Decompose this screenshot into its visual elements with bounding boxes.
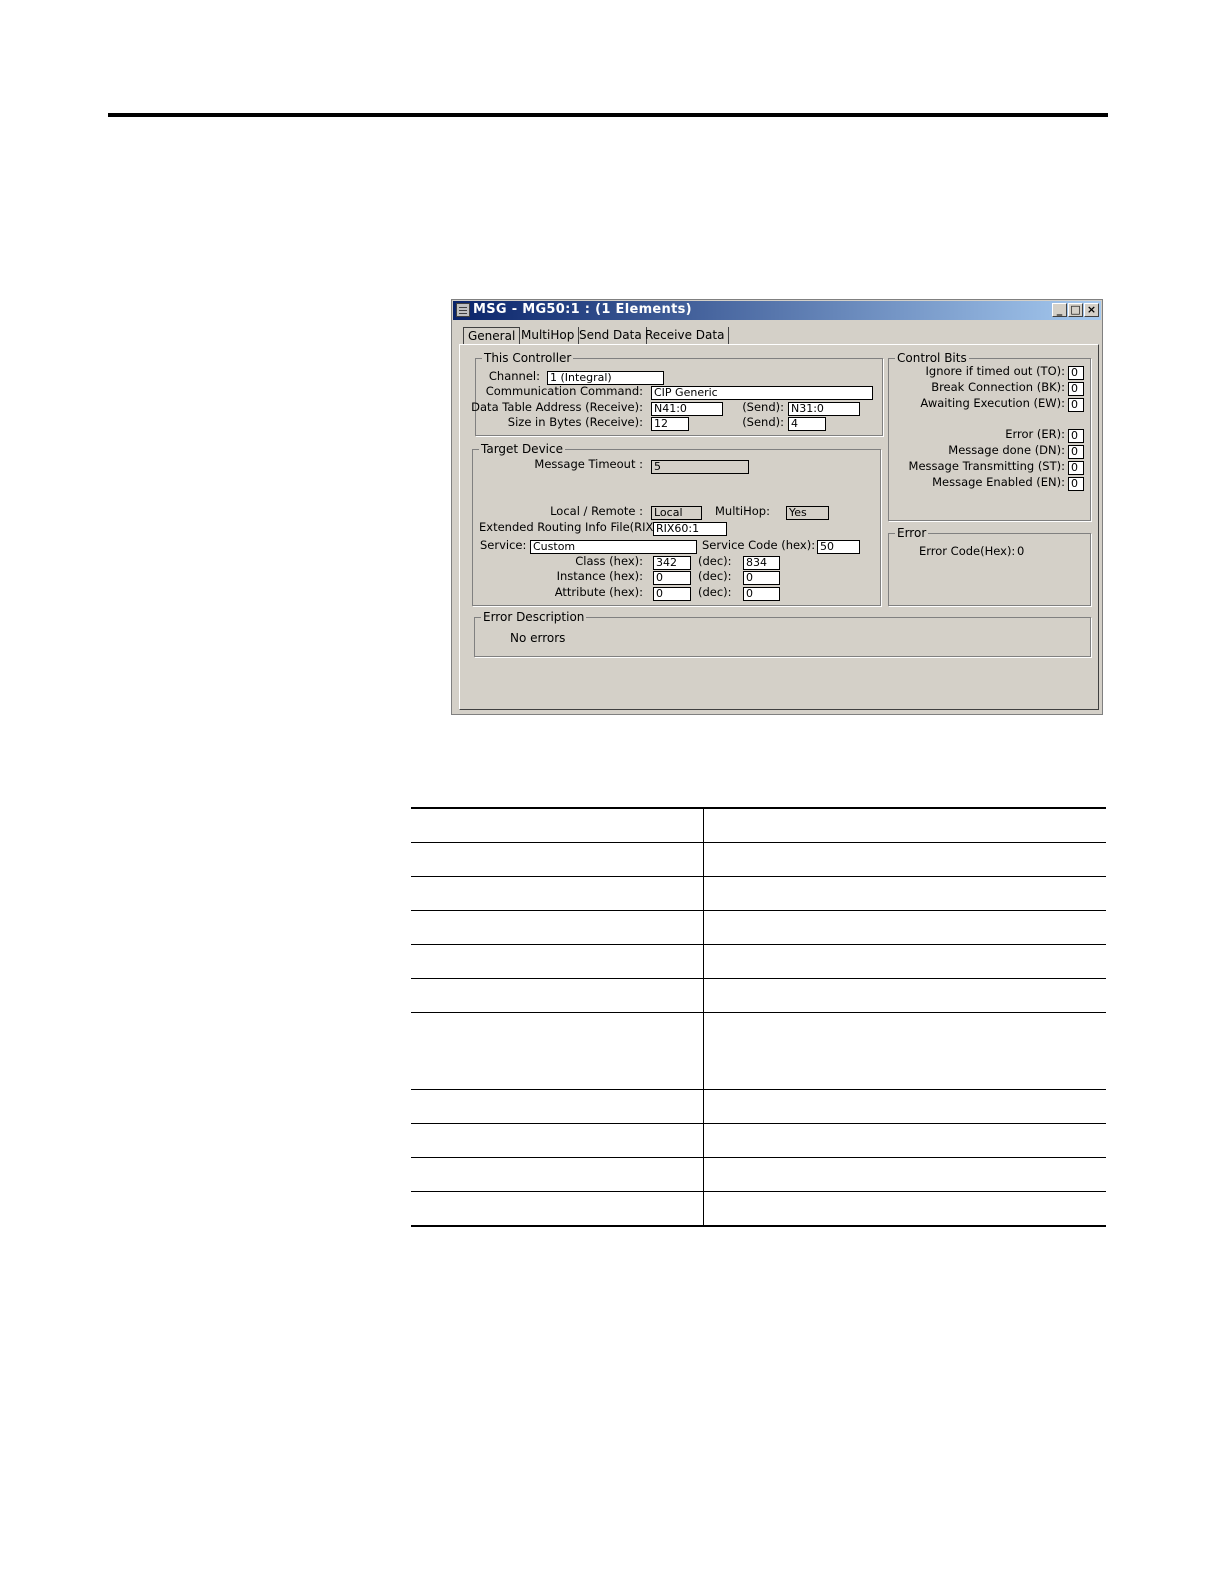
attribute-dec-field[interactable]: 0 xyxy=(743,587,780,601)
instance-dec-label: (dec): xyxy=(698,569,732,583)
close-button[interactable]: × xyxy=(1084,303,1099,317)
local-remote-label: Local / Remote : xyxy=(550,504,643,518)
table-row xyxy=(411,807,1106,843)
tab-receive-data[interactable]: Receive Data xyxy=(641,327,730,345)
control-bit-en-label: Message Enabled (EN): xyxy=(932,475,1065,489)
control-bit-st-label: Message Transmitting (ST): xyxy=(908,459,1065,473)
table-row xyxy=(411,1089,1106,1124)
control-bits-legend: Control Bits xyxy=(895,351,969,365)
table-row xyxy=(411,876,1106,911)
control-bit-ew-field[interactable]: 0 xyxy=(1068,398,1084,412)
app-icon xyxy=(456,303,470,317)
control-bit-dn-label: Message done (DN): xyxy=(948,443,1065,457)
target-device-legend: Target Device xyxy=(479,442,565,456)
data-table-address-send-field[interactable]: N31:0 xyxy=(788,402,860,416)
tab-general[interactable]: General xyxy=(463,327,521,345)
page-header-rule xyxy=(108,113,1108,117)
message-timeout-field[interactable]: 5 xyxy=(651,460,749,474)
service-code-field[interactable]: 50 xyxy=(817,540,860,554)
attribute-hex-label: Attribute (hex): xyxy=(554,585,643,599)
size-in-bytes-send-field[interactable]: 4 xyxy=(788,417,826,431)
table-row xyxy=(411,1012,1106,1090)
attribute-dec-label: (dec): xyxy=(698,585,732,599)
size-in-bytes-send-label: (Send): xyxy=(742,415,784,429)
communication-command-field[interactable]: CIP Generic xyxy=(651,386,873,400)
title-bar[interactable]: MSG - MG50:1 : (1 Elements) _ □ × xyxy=(453,301,1101,320)
class-dec-field[interactable]: 834 xyxy=(743,556,780,570)
minimize-button[interactable]: _ xyxy=(1052,303,1067,317)
control-bit-bk-field[interactable]: 0 xyxy=(1068,382,1084,396)
table-row xyxy=(411,842,1106,877)
communication-command-label: Communication Command: xyxy=(485,384,643,398)
control-bit-to-field[interactable]: 0 xyxy=(1068,366,1084,380)
service-code-label: Service Code (hex): xyxy=(702,538,816,552)
table-row xyxy=(411,944,1106,979)
attribute-hex-field[interactable]: 0 xyxy=(653,587,691,601)
table-row xyxy=(411,1157,1106,1192)
control-bit-dn-field[interactable]: 0 xyxy=(1068,445,1084,459)
tab-send-data[interactable]: Send Data xyxy=(575,327,647,345)
error-description-group: Error Description xyxy=(474,610,1091,657)
class-hex-field[interactable]: 342 xyxy=(653,556,691,570)
message-timeout-label: Message Timeout : xyxy=(534,457,643,471)
error-legend: Error xyxy=(895,526,929,540)
data-table-address-receive-label: Data Table Address (Receive): xyxy=(471,400,643,414)
rix-label: Extended Routing Info File(RIX): xyxy=(479,520,662,534)
data-table-address-send-label: (Send): xyxy=(742,400,784,414)
size-in-bytes-receive-label: Size in Bytes (Receive): xyxy=(507,415,643,429)
control-bit-st-field[interactable]: 0 xyxy=(1068,461,1084,475)
window-title: MSG - MG50:1 : (1 Elements) xyxy=(473,302,692,317)
multihop-field: Yes xyxy=(786,506,829,520)
control-bit-bk-label: Break Connection (BK): xyxy=(931,380,1065,394)
size-in-bytes-receive-field[interactable]: 12 xyxy=(651,417,689,431)
table-row xyxy=(411,1123,1106,1158)
class-hex-label: Class (hex): xyxy=(575,554,643,568)
tab-multihop[interactable]: MultiHop xyxy=(517,327,580,345)
local-remote-field: Local xyxy=(651,506,702,520)
service-label: Service: xyxy=(480,538,527,552)
instance-hex-field[interactable]: 0 xyxy=(653,571,691,585)
channel-label: Channel: xyxy=(488,369,540,383)
multihop-label: MultiHop: xyxy=(715,504,770,518)
control-bit-er-field[interactable]: 0 xyxy=(1068,429,1084,443)
error-description-text: No errors xyxy=(510,631,566,645)
error-code-label: Error Code(Hex): xyxy=(919,544,1016,558)
control-bit-en-field[interactable]: 0 xyxy=(1068,477,1084,491)
error-code-value: 0 xyxy=(1017,544,1025,558)
service-field[interactable]: Custom xyxy=(530,540,697,554)
table-row xyxy=(411,910,1106,945)
table-row xyxy=(411,1191,1106,1227)
instance-hex-label: Instance (hex): xyxy=(556,569,643,583)
table-row xyxy=(411,978,1106,1013)
msg-dialog-window: MSG - MG50:1 : (1 Elements) _ □ × Genera… xyxy=(451,299,1103,715)
instance-dec-field[interactable]: 0 xyxy=(743,571,780,585)
data-table-address-receive-field[interactable]: N41:0 xyxy=(651,402,723,416)
channel-field[interactable]: 1 (Integral) xyxy=(547,371,664,385)
rix-field[interactable]: RIX60:1 xyxy=(653,522,727,536)
class-dec-label: (dec): xyxy=(698,554,732,568)
parameter-table xyxy=(411,807,1106,1227)
error-description-legend: Error Description xyxy=(481,610,587,624)
control-bit-to-label: Ignore if timed out (TO): xyxy=(925,364,1065,378)
this-controller-legend: This Controller xyxy=(482,351,574,365)
control-bit-ew-label: Awaiting Execution (EW): xyxy=(920,396,1065,410)
maximize-button[interactable]: □ xyxy=(1068,303,1083,317)
control-bit-er-label: Error (ER): xyxy=(1005,427,1065,441)
